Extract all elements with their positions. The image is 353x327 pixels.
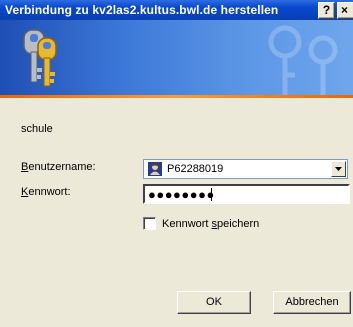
password-value: ●●●●●●●● [148,187,215,202]
banner-accent-line [0,95,353,98]
remember-password-label[interactable]: Kennwort speichern [162,218,259,230]
dropdown-button[interactable] [331,161,346,177]
realm-text: schule [21,123,53,135]
cancel-button[interactable]: Abbrechen [273,291,351,314]
text-caret [211,188,212,201]
password-label-text: ennwort: [28,186,71,198]
username-label: Benutzername: [21,161,96,173]
remember-label-prefix: Kennwort [162,218,212,230]
chevron-down-icon [335,167,342,171]
close-button[interactable]: × [337,2,353,19]
help-button[interactable]: ? [318,2,335,19]
header-banner [0,20,353,95]
password-input[interactable]: ●●●●●●●● [143,184,350,204]
ok-button[interactable]: OK [177,291,251,314]
username-label-text: enutzername: [28,161,96,173]
keys-icon [23,29,57,87]
background-keys-icon [268,25,338,95]
title-bar: Verbindung zu kv2las2.kultus.bwl.de hers… [0,0,353,20]
user-icon [148,162,162,176]
window-title: Verbindung zu kv2las2.kultus.bwl.de hers… [5,3,279,17]
username-combobox[interactable]: P62288019 [143,159,348,179]
remember-password-checkbox[interactable] [143,217,156,230]
remember-label-rest: peichern [217,218,260,230]
username-value: P62288019 [167,163,224,175]
password-label: Kennwort: [21,186,71,198]
